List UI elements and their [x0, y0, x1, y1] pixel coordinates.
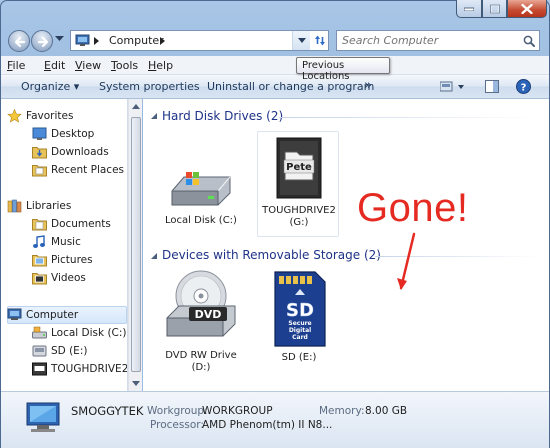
dvd-logo: DVD — [195, 308, 222, 321]
previous-locations-button[interactable] — [292, 31, 310, 50]
forward-arrow-icon — [37, 36, 49, 48]
menu-view[interactable]: View — [75, 59, 101, 72]
more-commands-button[interactable]: » — [364, 78, 372, 93]
maximize-icon — [489, 4, 500, 13]
group-header-hard-disks[interactable]: Hard Disk Drives (2) — [162, 109, 283, 123]
sd-text-line: Card — [292, 334, 308, 341]
preview-pane-button[interactable] — [485, 80, 499, 96]
drive-tile-sd[interactable]: SD Secure Digital Card SD (E:) — [259, 270, 339, 364]
scroll-up-icon[interactable] — [132, 104, 140, 109]
minimize-button[interactable] — [456, 0, 482, 18]
recent-pages-dropdown-icon[interactable] — [55, 36, 64, 42]
chevron-down-icon — [298, 38, 306, 43]
computer-icon — [26, 402, 60, 432]
processor-value: AMD Phenom(tm) II N8... — [202, 419, 333, 431]
drive-label: DVD RW Drive — [165, 350, 237, 361]
drive-label: TOUGHDRIVE2 — [262, 205, 336, 216]
group-divider — [279, 117, 539, 118]
processor-label: Processor: — [150, 419, 204, 431]
drive-label: Local Disk (C:) — [165, 215, 237, 226]
drive-label-letter: (D:) — [191, 362, 211, 373]
collapse-group-icon[interactable] — [150, 252, 158, 260]
pictures-icon — [32, 255, 47, 267]
refresh-button[interactable] — [310, 30, 330, 51]
navigation-pane: Favorites Desktop Downloads Recent Place… — [1, 99, 128, 391]
preview-pane-icon — [485, 80, 499, 93]
videos-icon — [32, 273, 47, 285]
help-button[interactable]: ? — [516, 79, 531, 97]
drive-icon: Pete — [276, 137, 322, 199]
nav-scrollbar[interactable] — [128, 99, 142, 391]
sd-text-line: Digital — [289, 327, 311, 334]
menu-file[interactable]: File — [7, 59, 25, 72]
refresh-icon — [315, 35, 325, 46]
close-icon — [521, 3, 533, 14]
documents-icon — [32, 219, 47, 231]
previous-locations-tooltip: Previous Locations — [296, 57, 390, 82]
search-box[interactable] — [336, 30, 540, 51]
system-properties-button[interactable]: System properties — [99, 80, 200, 93]
drive-icon — [32, 362, 47, 376]
sd-text-line: Secure — [288, 320, 311, 327]
sd-card-icon: SD Secure Digital Card — [274, 271, 326, 347]
annotation-arrow-icon — [397, 232, 416, 290]
libraries-icon — [7, 199, 22, 213]
drive-label: SD (E:) — [281, 352, 317, 363]
forward-button[interactable] — [31, 30, 53, 52]
group-header-removable[interactable]: Devices with Removable Storage (2) — [162, 248, 381, 262]
view-icon — [439, 81, 464, 92]
collapse-group-icon[interactable] — [150, 112, 158, 120]
scroll-down-icon[interactable] — [132, 381, 140, 386]
minimize-icon — [464, 7, 474, 11]
computer-icon — [7, 308, 22, 320]
back-button[interactable] — [8, 30, 30, 52]
search-input[interactable] — [342, 33, 512, 48]
change-view-button[interactable] — [439, 81, 466, 96]
menu-help[interactable]: Help — [148, 59, 173, 72]
workgroup-label: Workgroup: — [147, 405, 208, 417]
search-icon[interactable] — [523, 35, 535, 47]
menu-bar: File Edit View Tools Help — [1, 56, 549, 75]
drive-tile-toughdrive[interactable]: Pete TOUGHDRIVE2 (G:) — [259, 136, 339, 229]
recent-places-icon — [32, 165, 47, 177]
sd-logo: SD — [286, 300, 314, 321]
workgroup-value: WORKGROUP — [202, 405, 273, 417]
dvd-drive-icon: DVD — [166, 270, 236, 337]
svg-text:?: ? — [521, 83, 527, 94]
back-arrow-icon — [14, 36, 26, 48]
chevron-down-icon: ▾ — [73, 80, 80, 93]
organize-button[interactable]: Organize ▾ — [21, 80, 79, 93]
star-icon — [7, 109, 22, 123]
hard-drive-icon — [32, 326, 47, 339]
hard-drive-icon — [171, 172, 231, 206]
computer-icon — [75, 34, 90, 46]
drive-custom-label: Pete — [286, 162, 312, 173]
close-button[interactable] — [507, 0, 547, 18]
details-pane: SMOGGYTEK Workgroup: WORKGROUP Memory: 8… — [1, 391, 549, 448]
help-icon: ? — [516, 79, 531, 94]
drive-tile-dvd[interactable]: DVD DVD RW Drive (D:) — [161, 270, 241, 374]
breadcrumb-chevron-icon[interactable] — [160, 37, 166, 45]
address-bar[interactable]: Computer — [70, 30, 329, 51]
drive-tile-local-disk[interactable]: Local Disk (C:) — [161, 169, 241, 227]
breadcrumb-chevron-icon[interactable] — [94, 37, 100, 45]
maximize-button[interactable] — [482, 0, 507, 18]
annotation-gone-text: Gone! — [357, 186, 469, 230]
music-icon — [33, 235, 45, 248]
command-bar: Organize ▾ System properties Uninstall o… — [1, 75, 549, 99]
downloads-folder-icon — [32, 147, 47, 159]
removable-drive-icon — [32, 345, 47, 357]
menu-edit[interactable]: Edit — [44, 59, 65, 72]
drive-label-letter: (G:) — [289, 217, 309, 228]
computer-name: SMOGGYTEK — [71, 404, 144, 418]
address-path[interactable]: Computer — [109, 34, 164, 47]
scrollbar-thumb[interactable] — [131, 117, 141, 372]
memory-value: 8.00 GB — [365, 405, 408, 417]
desktop-icon — [32, 127, 47, 140]
content-pane: Hard Disk Drives (2) Local Disk (C:) Pet… — [143, 99, 549, 391]
menu-tools[interactable]: Tools — [111, 59, 138, 72]
memory-label: Memory: — [319, 405, 365, 417]
